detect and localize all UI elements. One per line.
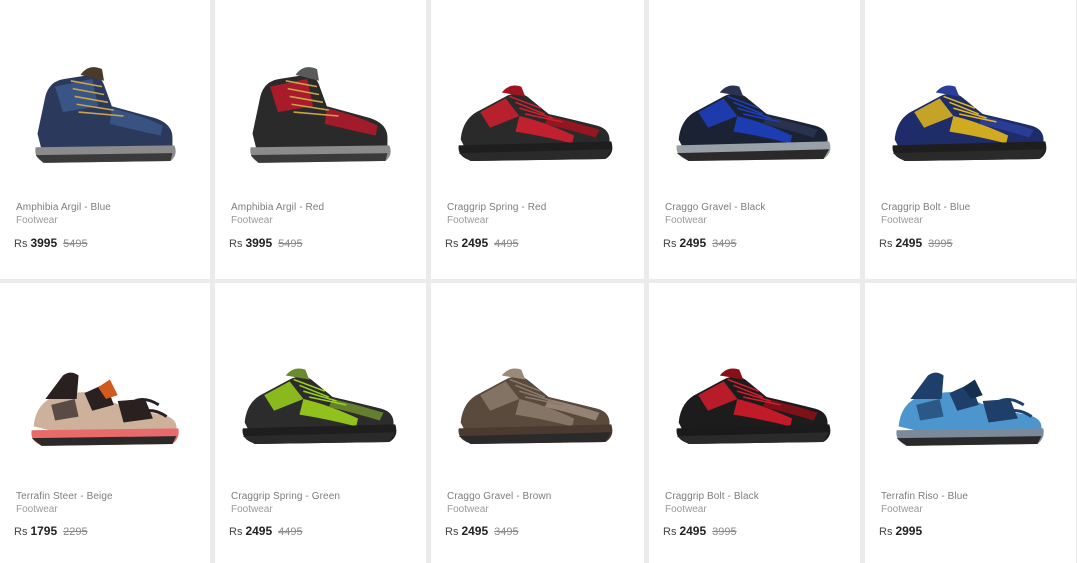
product-category: Footwear bbox=[16, 215, 58, 226]
product-category: Footwear bbox=[16, 504, 58, 515]
product-card[interactable]: Terrafin Riso - Blue Footwear Rs 2995 bbox=[865, 283, 1076, 563]
product-card[interactable]: Terrafin Steer - Beige Footwear Rs 1795 22… bbox=[0, 283, 210, 563]
original-price: 2295 bbox=[63, 526, 88, 538]
currency-label: Rs bbox=[663, 238, 677, 250]
product-name[interactable]: Craggrip Bolt - Black bbox=[665, 491, 759, 502]
product-name[interactable]: Craggo Gravel - Black bbox=[665, 202, 765, 213]
currency-label: Rs bbox=[445, 238, 459, 250]
product-image[interactable] bbox=[881, 339, 1057, 459]
product-card[interactable]: Craggrip Bolt - Blue Footwear Rs 2495 3995 bbox=[865, 0, 1076, 279]
product-category: Footwear bbox=[231, 215, 273, 226]
currency-label: Rs bbox=[879, 238, 893, 250]
product-name[interactable]: Terrafin Riso - Blue bbox=[881, 491, 968, 502]
product-category: Footwear bbox=[881, 215, 923, 226]
product-price: Rs 3995 5495 bbox=[14, 236, 88, 250]
product-price: Rs 2495 4495 bbox=[445, 236, 519, 250]
sale-price: 2495 bbox=[461, 236, 489, 250]
sale-price: 2995 bbox=[895, 524, 923, 538]
product-card[interactable]: Amphibia Argil - Blue Footwear Rs 3995 549… bbox=[0, 0, 210, 279]
product-image[interactable] bbox=[447, 339, 623, 459]
currency-label: Rs bbox=[14, 526, 28, 538]
original-price: 5495 bbox=[63, 238, 88, 250]
product-name[interactable]: Craggrip Bolt - Blue bbox=[881, 202, 970, 213]
product-category: Footwear bbox=[881, 504, 923, 515]
product-image[interactable] bbox=[665, 339, 841, 459]
product-price: Rs 2495 3995 bbox=[879, 236, 953, 250]
product-name[interactable]: Craggrip Spring - Red bbox=[447, 202, 546, 213]
product-image[interactable] bbox=[16, 56, 192, 176]
product-name[interactable]: Amphibia Argil - Blue bbox=[16, 202, 111, 213]
sale-price: 2495 bbox=[461, 524, 489, 538]
product-card[interactable]: Craggrip Spring - Red Footwear Rs 2495 449… bbox=[431, 0, 644, 279]
product-price: Rs 2495 3495 bbox=[663, 236, 737, 250]
product-card[interactable]: Amphibia Argil - Red Footwear Rs 3995 5495 bbox=[215, 0, 426, 279]
currency-label: Rs bbox=[14, 238, 28, 250]
sale-price: 3995 bbox=[30, 236, 58, 250]
product-name[interactable]: Craggo Gravel - Brown bbox=[447, 491, 551, 502]
currency-label: Rs bbox=[229, 526, 243, 538]
sale-price: 2495 bbox=[245, 524, 273, 538]
original-price: 3995 bbox=[712, 526, 737, 538]
sale-price: 2495 bbox=[679, 524, 707, 538]
sale-price: 3995 bbox=[245, 236, 273, 250]
currency-label: Rs bbox=[663, 526, 677, 538]
product-name[interactable]: Craggrip Spring - Green bbox=[231, 491, 340, 502]
product-price: Rs 3995 5495 bbox=[229, 236, 303, 250]
sale-price: 2495 bbox=[895, 236, 923, 250]
original-price: 3995 bbox=[928, 238, 953, 250]
original-price: 4495 bbox=[494, 238, 519, 250]
product-category: Footwear bbox=[665, 215, 707, 226]
product-card[interactable]: Craggo Gravel - Black Footwear Rs 2495 349… bbox=[649, 0, 860, 279]
product-price: Rs 2995 bbox=[879, 524, 922, 538]
currency-label: Rs bbox=[229, 238, 243, 250]
product-image[interactable] bbox=[16, 339, 192, 459]
product-name[interactable]: Amphibia Argil - Red bbox=[231, 202, 324, 213]
product-card[interactable]: Craggrip Spring - Green Footwear Rs 2495 4… bbox=[215, 283, 426, 563]
product-category: Footwear bbox=[447, 215, 489, 226]
original-price: 4495 bbox=[278, 526, 303, 538]
product-image[interactable] bbox=[665, 56, 841, 176]
sale-price: 2495 bbox=[679, 236, 707, 250]
currency-label: Rs bbox=[445, 526, 459, 538]
original-price: 5495 bbox=[278, 238, 303, 250]
product-category: Footwear bbox=[231, 504, 273, 515]
sale-price: 1795 bbox=[30, 524, 58, 538]
product-price: Rs 2495 4495 bbox=[229, 524, 303, 538]
currency-label: Rs bbox=[879, 526, 893, 538]
product-name[interactable]: Terrafin Steer - Beige bbox=[16, 491, 113, 502]
original-price: 3495 bbox=[494, 526, 519, 538]
product-card[interactable]: Craggo Gravel - Brown Footwear Rs 2495 349… bbox=[431, 283, 644, 563]
product-image[interactable] bbox=[881, 56, 1057, 176]
product-image[interactable] bbox=[447, 56, 623, 176]
product-image[interactable] bbox=[231, 56, 407, 176]
product-card[interactable]: Craggrip Bolt - Black Footwear Rs 2495 399… bbox=[649, 283, 860, 563]
product-price: Rs 2495 3995 bbox=[663, 524, 737, 538]
product-price: Rs 2495 3495 bbox=[445, 524, 519, 538]
product-category: Footwear bbox=[665, 504, 707, 515]
product-price: Rs 1795 2295 bbox=[14, 524, 88, 538]
product-grid: Amphibia Argil - Blue Footwear Rs 3995 549… bbox=[0, 0, 1077, 563]
product-image[interactable] bbox=[231, 339, 407, 459]
product-category: Footwear bbox=[447, 504, 489, 515]
original-price: 3495 bbox=[712, 238, 737, 250]
